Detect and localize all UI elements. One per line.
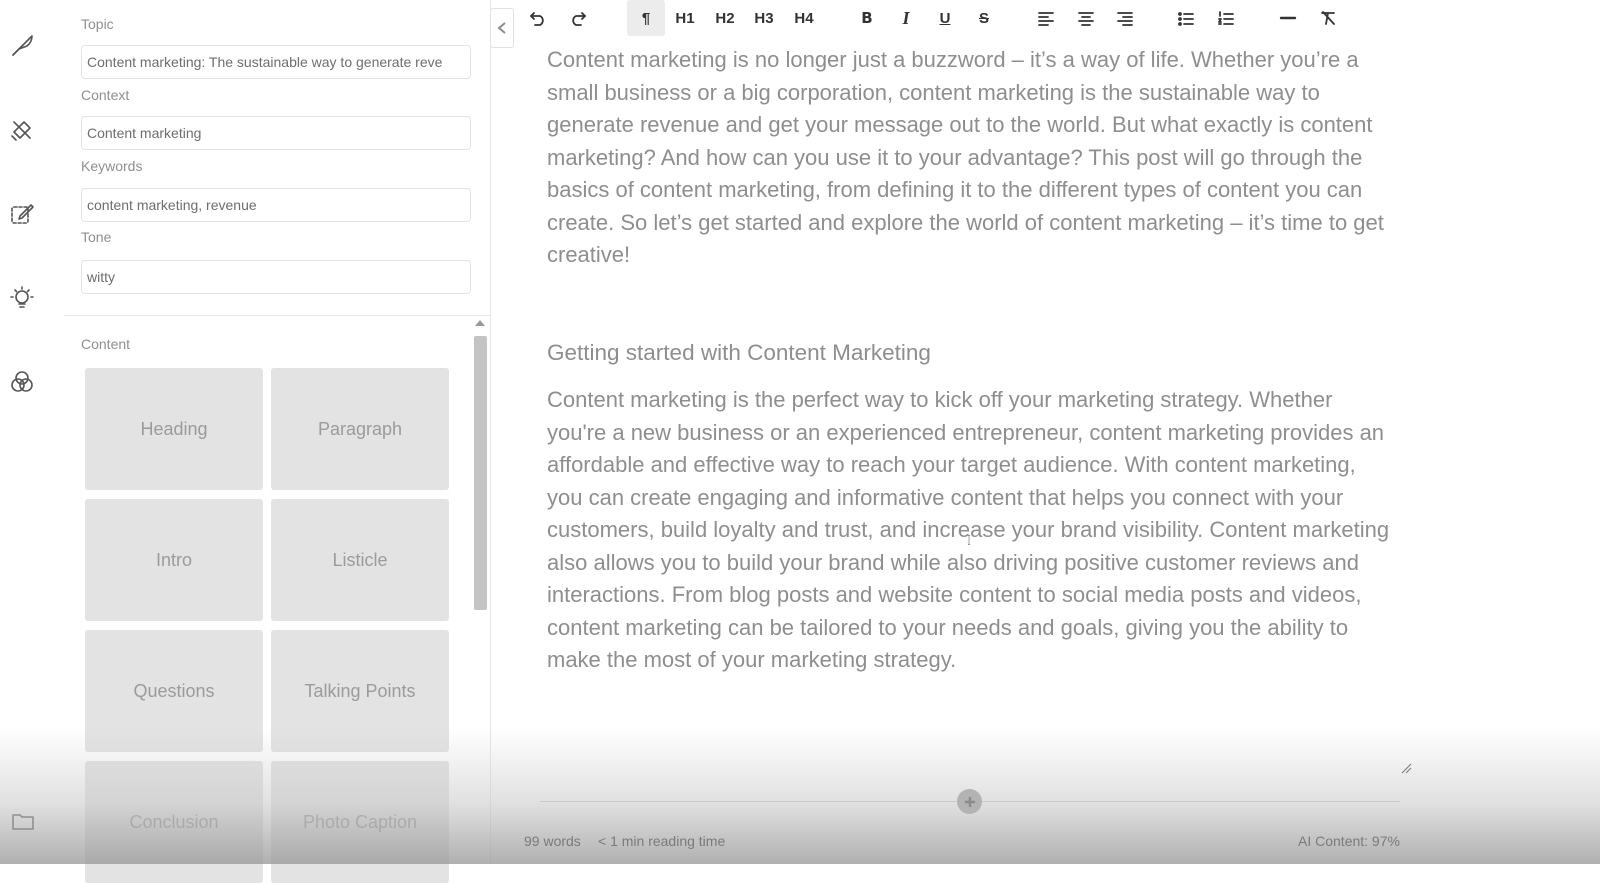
tile-talking-points[interactable]: Talking Points xyxy=(271,630,449,752)
h3-button[interactable]: H3 xyxy=(746,0,782,36)
body-paragraph[interactable]: Content marketing is the perfect way to … xyxy=(547,384,1397,677)
underline-button[interactable]: U xyxy=(927,0,963,36)
scroll-thumb[interactable] xyxy=(474,336,487,610)
numbered-list-icon xyxy=(1218,11,1234,25)
lightbulb-icon[interactable] xyxy=(8,284,36,312)
tile-questions[interactable]: Questions xyxy=(85,630,263,752)
tone-label: Tone xyxy=(81,229,112,245)
ai-content-score: AI Content: 97% xyxy=(1298,833,1400,849)
horizontal-rule-icon xyxy=(1279,16,1297,20)
intro-paragraph[interactable]: Content marketing is no longer just a bu… xyxy=(547,44,1397,272)
undo-button[interactable] xyxy=(520,0,556,36)
reading-time: < 1 min reading time xyxy=(598,833,726,849)
tile-paragraph[interactable]: Paragraph xyxy=(271,368,449,490)
clear-format-icon xyxy=(1321,11,1335,25)
scroll-up-arrow-icon[interactable] xyxy=(475,320,485,326)
settings-panel: Topic Context Keywords Tone Content Head… xyxy=(64,0,491,883)
circles-icon[interactable] xyxy=(8,368,36,396)
paragraph-button[interactable]: ¶ xyxy=(627,0,665,36)
context-input[interactable] xyxy=(81,116,471,150)
panel-divider xyxy=(64,315,490,316)
tile-listicle[interactable]: Listicle xyxy=(271,499,449,621)
tile-conclusion[interactable]: Conclusion xyxy=(85,761,263,883)
align-right-icon xyxy=(1117,12,1133,26)
section-heading[interactable]: Getting started with Content Marketing xyxy=(547,340,931,366)
redo-button[interactable] xyxy=(560,0,596,36)
undo-icon xyxy=(530,12,544,26)
keywords-label: Keywords xyxy=(81,158,143,174)
h1-button[interactable]: H1 xyxy=(667,0,703,36)
bold-button[interactable]: B xyxy=(849,0,885,36)
clear-format-button[interactable] xyxy=(1310,0,1346,36)
align-center-icon xyxy=(1078,12,1094,26)
italic-button[interactable]: I xyxy=(888,0,924,36)
align-center-button[interactable] xyxy=(1068,0,1104,36)
folder-icon[interactable] xyxy=(10,808,36,834)
align-left-icon xyxy=(1038,12,1054,26)
tone-input[interactable] xyxy=(81,260,471,294)
tile-heading[interactable]: Heading xyxy=(85,368,263,490)
feather-pen-icon[interactable] xyxy=(8,32,36,60)
strikethrough-button[interactable]: S xyxy=(966,0,1002,36)
add-block-button[interactable] xyxy=(957,789,982,814)
tile-intro[interactable]: Intro xyxy=(85,499,263,621)
h2-button[interactable]: H2 xyxy=(707,0,743,36)
redo-icon xyxy=(572,12,586,26)
tools-icon[interactable] xyxy=(8,116,36,144)
editor-body[interactable]: Content marketing is no longer just a bu… xyxy=(547,44,1397,272)
chevron-left-icon xyxy=(497,22,506,34)
edit-document-icon[interactable] xyxy=(8,200,36,228)
context-label: Context xyxy=(81,87,130,103)
editor-toolbar: ¶ H1 H2 H3 H4 B I U S xyxy=(520,0,1600,36)
icon-rail xyxy=(0,0,65,864)
horizontal-rule-button[interactable] xyxy=(1270,0,1306,36)
collapse-panel-button[interactable] xyxy=(490,8,514,48)
bullet-list-button[interactable] xyxy=(1168,0,1204,36)
align-left-button[interactable] xyxy=(1028,0,1064,36)
topic-label: Topic xyxy=(81,16,114,32)
content-section-label: Content xyxy=(81,336,131,352)
text-cursor-icon xyxy=(968,535,970,545)
bullet-list-icon xyxy=(1178,12,1194,26)
align-right-button[interactable] xyxy=(1107,0,1143,36)
plus-icon xyxy=(964,796,975,807)
tile-photo-caption[interactable]: Photo Caption xyxy=(271,761,449,883)
keywords-input[interactable] xyxy=(81,188,471,222)
panel-scrollbar[interactable] xyxy=(472,318,488,864)
word-count: 99 words xyxy=(524,833,581,849)
resize-handle-icon[interactable] xyxy=(1400,762,1412,774)
numbered-list-button[interactable] xyxy=(1208,0,1244,36)
h4-button[interactable]: H4 xyxy=(786,0,822,36)
topic-input[interactable] xyxy=(81,45,471,79)
